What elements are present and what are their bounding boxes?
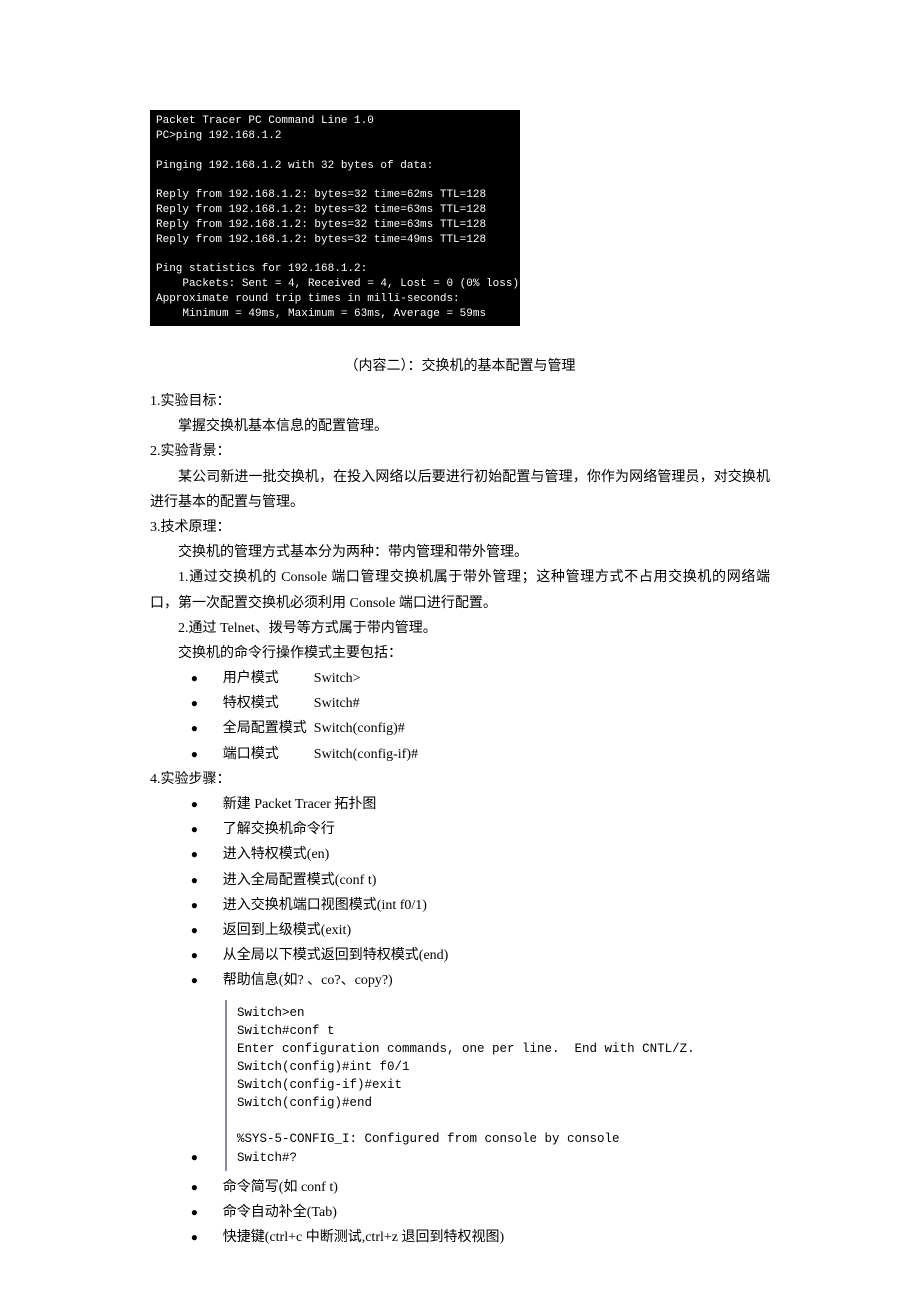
s3-p3: 2.通过 Telnet、拨号等方式属于带内管理。 [150, 616, 770, 641]
s3-p2: 1.通过交换机的 Console 端口管理交换机属于带外管理；这种管理方式不占用… [150, 565, 770, 615]
step-item: 命令简写(如 conf t) [150, 1175, 770, 1200]
step-text: 命令简写(如 conf t) [223, 1180, 338, 1195]
step-text: 进入全局配置模式(conf t) [223, 873, 377, 888]
step-text: 进入特权模式(en) [223, 847, 330, 862]
mode-list: 用户模式Switch> 特权模式Switch# 全局配置模式Switch(con… [150, 666, 770, 767]
s1-heading: 1.实验目标： [150, 389, 770, 414]
step-item: 快捷键(ctrl+c 中断测试,ctrl+z 退回到特权视图) [150, 1225, 770, 1250]
mode-label: 端口模式 [223, 742, 314, 767]
mode-label: 用户模式 [223, 666, 314, 691]
s1-p1: 掌握交换机基本信息的配置管理。 [150, 414, 770, 439]
step-item: 从全局以下模式返回到特权模式(end) [150, 943, 770, 968]
step-text: 了解交换机命令行 [223, 822, 335, 837]
s2-p1: 某公司新进一批交换机，在投入网络以后要进行初始配置与管理，你作为网络管理员，对交… [150, 465, 770, 515]
step-text: 帮助信息(如? 、co?、copy?) [223, 973, 393, 988]
steps-list-b: 命令简写(如 conf t) 命令自动补全(Tab) 快捷键(ctrl+c 中断… [150, 1175, 770, 1251]
step-item: 命令自动补全(Tab) [150, 1200, 770, 1225]
mode-cmd: Switch(config-if)# [314, 747, 418, 762]
mode-item: 用户模式Switch> [150, 666, 770, 691]
step-text: 从全局以下模式返回到特权模式(end) [223, 948, 449, 963]
mode-cmd: Switch(config)# [314, 721, 405, 736]
steps-list-a: 新建 Packet Tracer 拓扑图 了解交换机命令行 进入特权模式(en)… [150, 792, 770, 994]
s3-p4: 交换机的命令行操作模式主要包括： [150, 641, 770, 666]
step-text: 返回到上级模式(exit) [223, 923, 351, 938]
step-item: 进入交换机端口视图模式(int f0/1) [150, 893, 770, 918]
code-block-wrapper: Switch>en Switch#conf t Enter configurat… [150, 1000, 770, 1171]
s4-heading: 4.实验步骤： [150, 767, 770, 792]
step-item: 了解交换机命令行 [150, 817, 770, 842]
section-title: （内容二）：交换机的基本配置与管理 [150, 354, 770, 379]
ping-terminal-output: Packet Tracer PC Command Line 1.0 PC>pin… [150, 110, 520, 326]
step-text: 进入交换机端口视图模式(int f0/1) [223, 898, 427, 913]
switch-config-code: Switch>en Switch#conf t Enter configurat… [225, 1000, 770, 1171]
mode-label: 全局配置模式 [223, 716, 314, 741]
s3-p1: 交换机的管理方式基本分为两种：带内管理和带外管理。 [150, 540, 770, 565]
step-text: 命令自动补全(Tab) [223, 1205, 337, 1220]
step-item: 新建 Packet Tracer 拓扑图 [150, 792, 770, 817]
s2-heading: 2.实验背景： [150, 439, 770, 464]
step-item: 进入特权模式(en) [150, 842, 770, 867]
mode-item: 全局配置模式Switch(config)# [150, 716, 770, 741]
mode-cmd: Switch# [314, 696, 360, 711]
step-text: 快捷键(ctrl+c 中断测试,ctrl+z 退回到特权视图) [223, 1230, 504, 1245]
mode-item: 端口模式Switch(config-if)# [150, 742, 770, 767]
step-text: 新建 Packet Tracer 拓扑图 [223, 797, 377, 812]
mode-item: 特权模式Switch# [150, 691, 770, 716]
mode-cmd: Switch> [314, 671, 361, 686]
mode-label: 特权模式 [223, 691, 314, 716]
step-item: 返回到上级模式(exit) [150, 918, 770, 943]
step-item: 帮助信息(如? 、co?、copy?) [150, 968, 770, 993]
s3-heading: 3.技术原理： [150, 515, 770, 540]
document-page: Packet Tracer PC Command Line 1.0 PC>pin… [0, 0, 920, 1310]
bullet-icon: ● [191, 1147, 198, 1169]
step-item: 进入全局配置模式(conf t) [150, 868, 770, 893]
